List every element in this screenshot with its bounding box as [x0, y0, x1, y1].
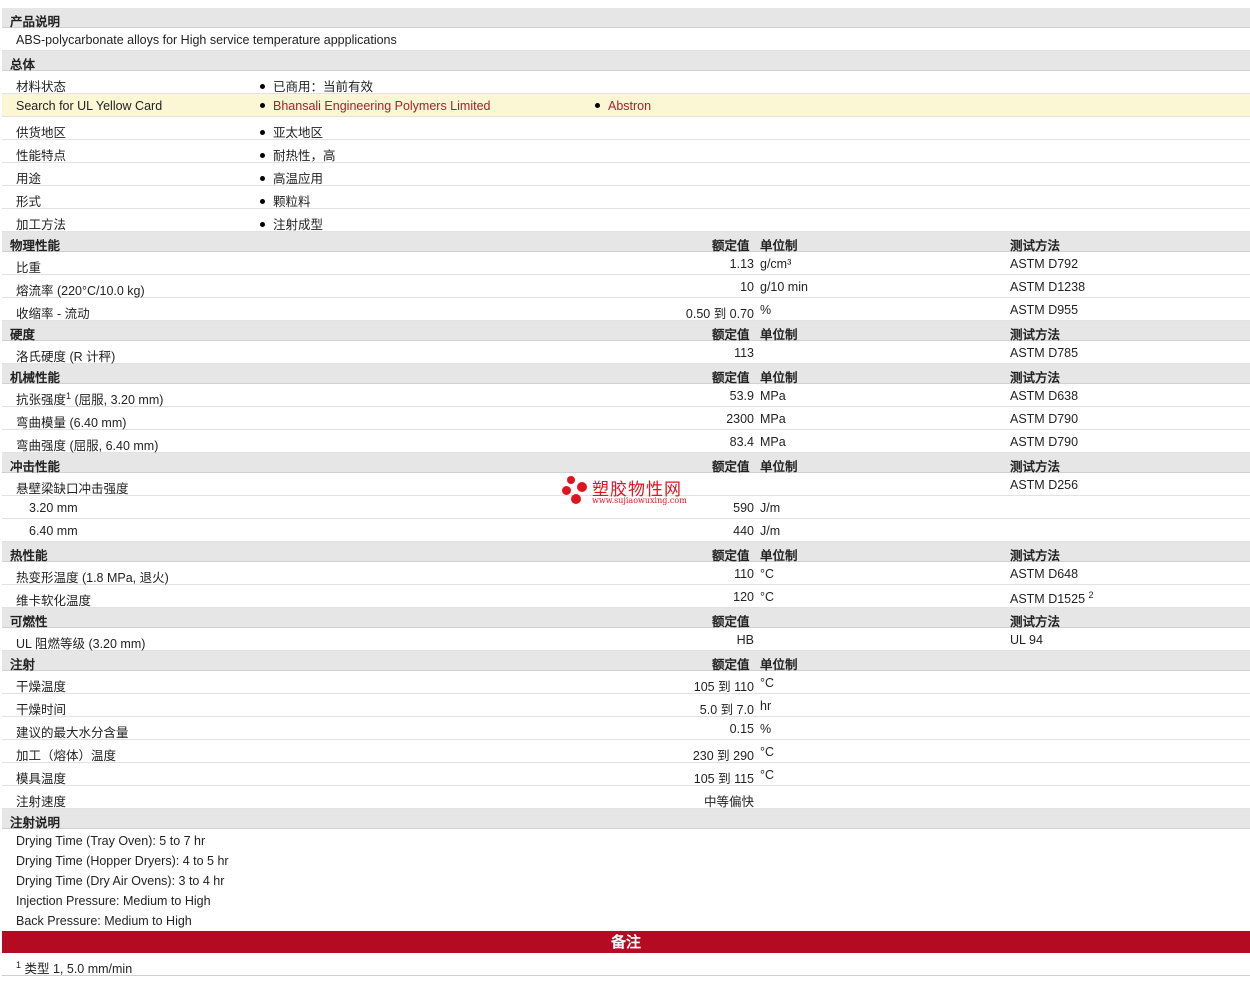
section-header-physical: 物理性能 额定值 单位制 测试方法 [2, 232, 1250, 253]
bullet-icon [595, 103, 600, 109]
brand-link[interactable]: Abstron [608, 99, 651, 113]
property-row: 熔流率 (220°C/10.0 kg) 10 g/10 min ASTM D12… [2, 275, 1250, 298]
bullet-icon [260, 199, 265, 205]
property-row: 建议的最大水分含量 0.15 % [2, 717, 1250, 740]
supplier-link[interactable]: Bhansali Engineering Polymers Limited [273, 99, 490, 113]
property-row: 注射速度 中等偏快 [2, 786, 1250, 809]
general-row-processing: 加工方法 注射成型 [2, 209, 1250, 232]
property-row: 模具温度 105 到 115 °C [2, 763, 1250, 786]
bullet-icon [260, 130, 265, 136]
property-row: UL 阻燃等级 (3.20 mm) HB UL 94 [2, 628, 1250, 651]
general-row-region: 供货地区 亚太地区 [2, 117, 1250, 140]
section-header-general: 总体 [2, 51, 1250, 72]
section-header-impact: 冲击性能 额定值 单位制 测试方法 [2, 453, 1250, 474]
property-row: 弯曲强度 (屈服, 6.40 mm) 83.4 MPa ASTM D790 [2, 430, 1250, 453]
property-row: 比重 1.13 g/cm³ ASTM D792 [2, 252, 1250, 275]
bullet-icon [260, 176, 265, 182]
property-row: 收缩率 - 流动 0.50 到 0.70 % ASTM D955 [2, 298, 1250, 321]
description-row: ABS-polycarbonate alloys for High servic… [2, 28, 1250, 51]
general-row-status: 材料状态 已商用：当前有效 [2, 71, 1250, 94]
section-header-thermal: 热性能 额定值 单位制 测试方法 [2, 542, 1250, 563]
watermark-logo: 塑胶物性网 www.sujiaowuxing.com [562, 474, 702, 508]
section-header-description: 产品说明 [2, 8, 1250, 29]
general-row-uses: 用途 高温应用 [2, 163, 1250, 186]
bullet-icon [260, 153, 265, 159]
bullet-icon [260, 84, 265, 90]
general-row-form: 形式 颗粒料 [2, 186, 1250, 209]
section-header-mechanical: 机械性能 额定值 单位制 测试方法 [2, 364, 1250, 385]
note-line: Back Pressure: Medium to High [16, 914, 192, 928]
bullet-icon [260, 222, 265, 228]
footnote-number: 1 [16, 959, 22, 970]
injection-notes: Drying Time (Tray Oven): 5 to 7 hr Dryin… [2, 829, 1250, 931]
section-header-injection-notes: 注射说明 [2, 809, 1250, 830]
footnote-row: 1 类型 1, 5.0 mm/min [2, 953, 1250, 976]
bullet-icon [260, 103, 265, 109]
watermark-url: www.sujiaowuxing.com [592, 496, 687, 505]
property-row: 干燥温度 105 到 110 °C [2, 671, 1250, 694]
note-line: Drying Time (Dry Air Ovens): 3 to 4 hr [16, 874, 225, 888]
remarks-banner: 备注 [2, 931, 1250, 953]
section-header-hardness: 硬度 额定值 单位制 测试方法 [2, 321, 1250, 342]
note-line: Drying Time (Tray Oven): 5 to 7 hr [16, 834, 206, 848]
footnote-ref: 2 [1088, 590, 1094, 600]
property-row: 弯曲模量 (6.40 mm) 2300 MPa ASTM D790 [2, 407, 1250, 430]
property-row: 洛氏硬度 (R 计秤) 113 ASTM D785 [2, 341, 1250, 364]
property-row: 6.40 mm 440 J/m [2, 519, 1250, 542]
property-row: 干燥时间 5.0 到 7.0 hr [2, 694, 1250, 717]
property-row: 热变形温度 (1.8 MPa, 退火) 110 °C ASTM D648 [2, 562, 1250, 585]
note-line: Drying Time (Hopper Dryers): 4 to 5 hr [16, 854, 229, 868]
general-row-features: 性能特点 耐热性，高 [2, 140, 1250, 163]
note-line: Injection Pressure: Medium to High [16, 894, 211, 908]
section-header-injection: 注射 额定值 单位制 [2, 651, 1250, 672]
property-row: 维卡软化温度 120 °C ASTM D1525 2 [2, 585, 1250, 608]
description-text: ABS-polycarbonate alloys for High servic… [16, 33, 397, 47]
section-header-flammability: 可燃性 额定值 测试方法 [2, 608, 1250, 629]
ul-yellow-card-label: Search for UL Yellow Card [16, 99, 163, 113]
property-row: 抗张强度1 (屈服, 3.20 mm) 53.9 MPa ASTM D638 [2, 384, 1250, 407]
property-row: 加工（熔体）温度 230 到 290 °C [2, 740, 1250, 763]
general-row-ul-yellow-card: Search for UL Yellow Card Bhansali Engin… [2, 94, 1250, 117]
